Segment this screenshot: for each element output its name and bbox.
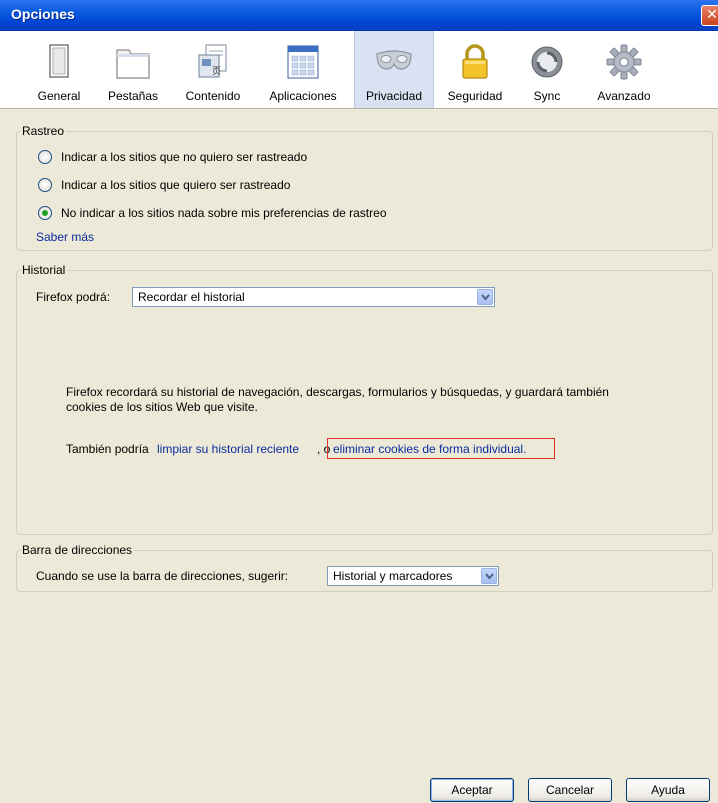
remove-individual-cookies-link[interactable]: eliminar cookies de forma individual. xyxy=(333,442,526,456)
close-icon: ✕ xyxy=(706,7,718,23)
help-button[interactable]: Ayuda xyxy=(626,778,710,802)
tab-general-label: General xyxy=(37,89,81,103)
tracking-option-no-preference-label[interactable]: No indicar a los sitios nada sobre mis p… xyxy=(61,206,387,220)
tracking-legend: Rastreo xyxy=(20,124,67,138)
tab-applications[interactable]: Aplicaciones xyxy=(262,31,344,108)
tracking-radio-track[interactable] xyxy=(38,178,52,192)
location-bar-suggest-label: Cuando se use la barra de direcciones, s… xyxy=(36,569,289,583)
tab-security[interactable]: Seguridad xyxy=(440,31,510,108)
tab-sync[interactable]: Sync xyxy=(520,31,574,108)
advanced-gear-icon xyxy=(606,44,642,80)
tab-security-label: Seguridad xyxy=(447,89,503,103)
title-bar: Opciones ✕ xyxy=(0,0,718,31)
location-bar-legend: Barra de direcciones xyxy=(20,543,135,557)
tracking-radio-no-preference[interactable] xyxy=(38,206,52,220)
history-mode-select[interactable]: Recordar el historial xyxy=(132,287,495,307)
tracking-option-track-label[interactable]: Indicar a los sitios que quiero ser rast… xyxy=(61,178,290,192)
cancel-button[interactable]: Cancelar xyxy=(528,778,612,802)
location-bar-suggest-value: Historial y marcadores xyxy=(333,569,453,583)
tab-content-label: Contenido xyxy=(185,89,241,103)
tabs-icon xyxy=(116,49,150,79)
sync-icon xyxy=(531,46,563,78)
tab-content[interactable]: 页 Contenido xyxy=(180,31,246,108)
history-legend: Historial xyxy=(20,263,68,277)
history-mode-value: Recordar el historial xyxy=(138,290,245,304)
tracking-option-dont-track-label[interactable]: Indicar a los sitios que no quiero ser r… xyxy=(61,150,307,164)
applications-icon xyxy=(287,45,319,79)
tab-privacy-label: Privacidad xyxy=(365,89,423,103)
tab-tabs-label: Pestañas xyxy=(107,89,159,103)
close-button[interactable]: ✕ xyxy=(701,5,718,26)
tab-advanced[interactable]: Avanzado xyxy=(588,31,660,108)
history-mode-label: Firefox podrá: xyxy=(36,290,111,304)
radio-selected-dot xyxy=(42,210,48,216)
tab-privacy[interactable]: Privacidad xyxy=(354,31,434,108)
tab-general[interactable]: General xyxy=(28,31,90,108)
tab-sync-label: Sync xyxy=(533,89,561,103)
security-lock-icon xyxy=(462,44,488,79)
privacy-mask-icon xyxy=(376,50,412,70)
preferences-toolbar: General Pestañas 页 Contenido Aplicacione… xyxy=(0,31,718,109)
chevron-down-icon xyxy=(481,568,497,584)
clear-recent-history-link[interactable]: limpiar su historial reciente xyxy=(157,442,299,456)
tracking-radio-dont-track[interactable] xyxy=(38,150,52,164)
history-also-prefix: También podría xyxy=(66,442,149,456)
tab-applications-label: Aplicaciones xyxy=(269,89,337,103)
content-icon: 页 xyxy=(198,44,227,78)
window-title: Opciones xyxy=(11,6,75,22)
location-bar-suggest-select[interactable]: Historial y marcadores xyxy=(327,566,499,586)
tab-advanced-label: Avanzado xyxy=(597,89,651,103)
history-description-line2: cookies de los sitios Web que visite. xyxy=(66,400,258,414)
svg-text:页: 页 xyxy=(212,66,221,77)
tab-tabs[interactable]: Pestañas xyxy=(100,31,166,108)
ok-button[interactable]: Aceptar xyxy=(430,778,514,802)
history-description-line1: Firefox recordará su historial de navega… xyxy=(66,385,609,399)
chevron-down-icon xyxy=(477,289,493,305)
general-icon xyxy=(49,44,69,78)
learn-more-link[interactable]: Saber más xyxy=(36,230,94,244)
